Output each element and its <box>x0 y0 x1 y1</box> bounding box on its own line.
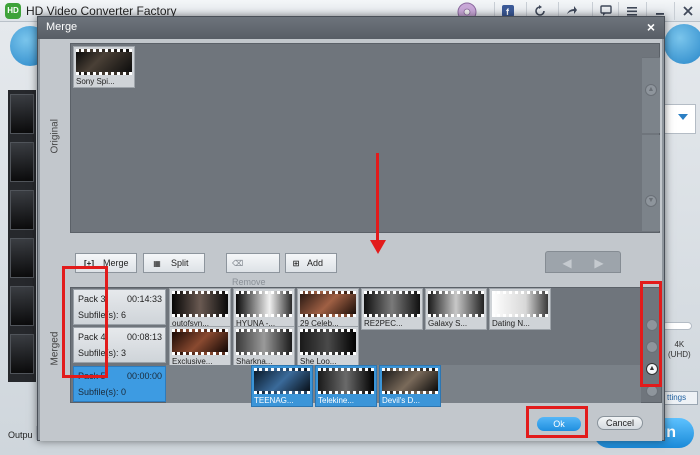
chevron-down-icon <box>678 114 688 120</box>
quality-slider[interactable] <box>662 322 692 330</box>
pack-duration: 00:00:00 <box>126 371 162 381</box>
original-clip[interactable]: Sony Spi... <box>73 46 135 88</box>
dialog-title: Merge <box>46 21 78 33</box>
original-clips-panel: Sony Spi... <box>70 43 660 233</box>
pack-clip[interactable]: Sharkna... <box>233 326 295 368</box>
add-icon: ⊞ <box>292 259 300 268</box>
dialog-titlebar: Merge × <box>38 17 664 39</box>
clip-thumbnail <box>300 291 356 317</box>
pack-clip[interactable]: Dating N... <box>489 288 551 330</box>
pack-clip[interactable]: Telekine... <box>315 365 377 407</box>
settings-button[interactable]: ttings <box>664 391 698 405</box>
move-left-icon[interactable]: ◀ <box>556 256 578 270</box>
clip-name: Sony Spi... <box>76 77 115 86</box>
merged-packs-panel: Pack 3 00:14:33 Subfile(s): 6 outofsyn..… <box>70 287 662 407</box>
resolution-label: 4K (UHD) <box>668 340 691 359</box>
clip-thumbnail <box>364 291 420 317</box>
add-button[interactable]: ⊞ Add <box>285 253 337 273</box>
remove-button[interactable]: ⌫ Remove <box>226 253 280 287</box>
scroll-track-upper: ▲ <box>642 57 660 133</box>
move-navigation-tab: ◀ ▶ <box>545 251 621 273</box>
file-list-thumbnails <box>8 90 36 382</box>
pack-clip[interactable]: Devil's D... <box>379 365 441 407</box>
pack-clip[interactable]: HYUNA -... <box>233 288 295 330</box>
clip-thumbnail <box>428 291 484 317</box>
red-arrow-line <box>376 153 379 243</box>
pack-clip[interactable]: TEENAG... <box>251 365 313 407</box>
pack-clip[interactable]: Galaxy S... <box>425 288 487 330</box>
pack-duration: 00:14:33 <box>126 294 162 304</box>
clip-name: Devil's D... <box>382 396 420 405</box>
split-button-label: Split <box>171 258 189 268</box>
split-icon: ▦ <box>153 259 161 268</box>
file-thumbnail[interactable] <box>10 142 34 182</box>
clip-thumbnail <box>236 291 292 317</box>
clip-thumbnail <box>172 329 228 355</box>
add-button-label: Add <box>307 258 324 268</box>
clip-thumbnail <box>172 291 228 317</box>
toolbox-button[interactable] <box>664 24 700 64</box>
merge-dialog: Merge × Original Sony Spi... ▲ ▼ [+] Merg… <box>37 16 665 441</box>
clip-thumbnail <box>318 368 374 394</box>
highlight-box-packs <box>62 266 108 378</box>
cancel-button[interactable]: Cancel <box>597 416 643 430</box>
original-section-label: Original <box>49 119 61 154</box>
dialog-close-icon[interactable]: × <box>644 19 658 35</box>
remove-button-label: Remove <box>232 277 266 287</box>
clip-thumbnail <box>492 291 548 317</box>
pack-clip[interactable]: 29 Celeb... <box>297 288 359 330</box>
pack-row[interactable]: Pack 4 00:08:13 Subfile(s): 3 Exclusive.… <box>71 326 641 368</box>
output-label: Outpu <box>8 430 33 440</box>
clip-thumbnail <box>300 329 356 355</box>
clip-thumbnail <box>76 49 132 75</box>
file-thumbnail[interactable] <box>10 190 34 230</box>
pack-clip[interactable]: She Loo... <box>297 326 359 368</box>
clip-thumbnail <box>236 329 292 355</box>
clip-thumbnail <box>254 368 310 394</box>
clip-thumbnail <box>382 368 438 394</box>
pack-clip[interactable]: outofsyn... <box>169 288 231 330</box>
file-thumbnail[interactable] <box>10 334 34 374</box>
pack-row[interactable]: Pack 3 00:14:33 Subfile(s): 6 outofsyn..… <box>71 288 641 330</box>
scroll-up-icon[interactable]: ▲ <box>645 84 657 96</box>
app-logo: HD <box>5 3 21 19</box>
remove-icon: ⌫ <box>232 259 244 268</box>
pack-subfiles: Subfile(s): 0 <box>78 387 127 397</box>
pack-duration: 00:08:13 <box>126 332 162 342</box>
move-right-icon[interactable]: ▶ <box>588 256 610 270</box>
scroll-down-icon[interactable]: ▼ <box>645 195 657 207</box>
app-close-icon[interactable] <box>674 2 700 20</box>
pack-row-selected[interactable]: Pack 5 00:00:00 Subfile(s): 0 TEENAG... … <box>71 365 641 407</box>
highlight-box-ok <box>526 406 588 438</box>
file-thumbnail[interactable] <box>10 94 34 134</box>
clip-name: Telekine... <box>318 396 355 405</box>
scroll-track-lower: ▼ <box>642 135 660 231</box>
file-thumbnail[interactable] <box>10 286 34 326</box>
highlight-box-scrollbar <box>640 281 662 387</box>
red-arrow-icon <box>370 240 386 254</box>
file-thumbnail[interactable] <box>10 238 34 278</box>
merged-section-label: Merged <box>49 331 61 366</box>
split-button[interactable]: ▦ Split <box>143 253 205 273</box>
pack-clip[interactable]: Exclusive... <box>169 326 231 368</box>
pack-clip[interactable]: RE2PEC... <box>361 288 423 330</box>
original-scrollbar[interactable]: ▲ ▼ <box>642 57 660 233</box>
dialog-body: Original Sony Spi... ▲ ▼ [+] Merge ▦ Split… <box>40 39 662 441</box>
clip-name: TEENAG... <box>254 396 294 405</box>
